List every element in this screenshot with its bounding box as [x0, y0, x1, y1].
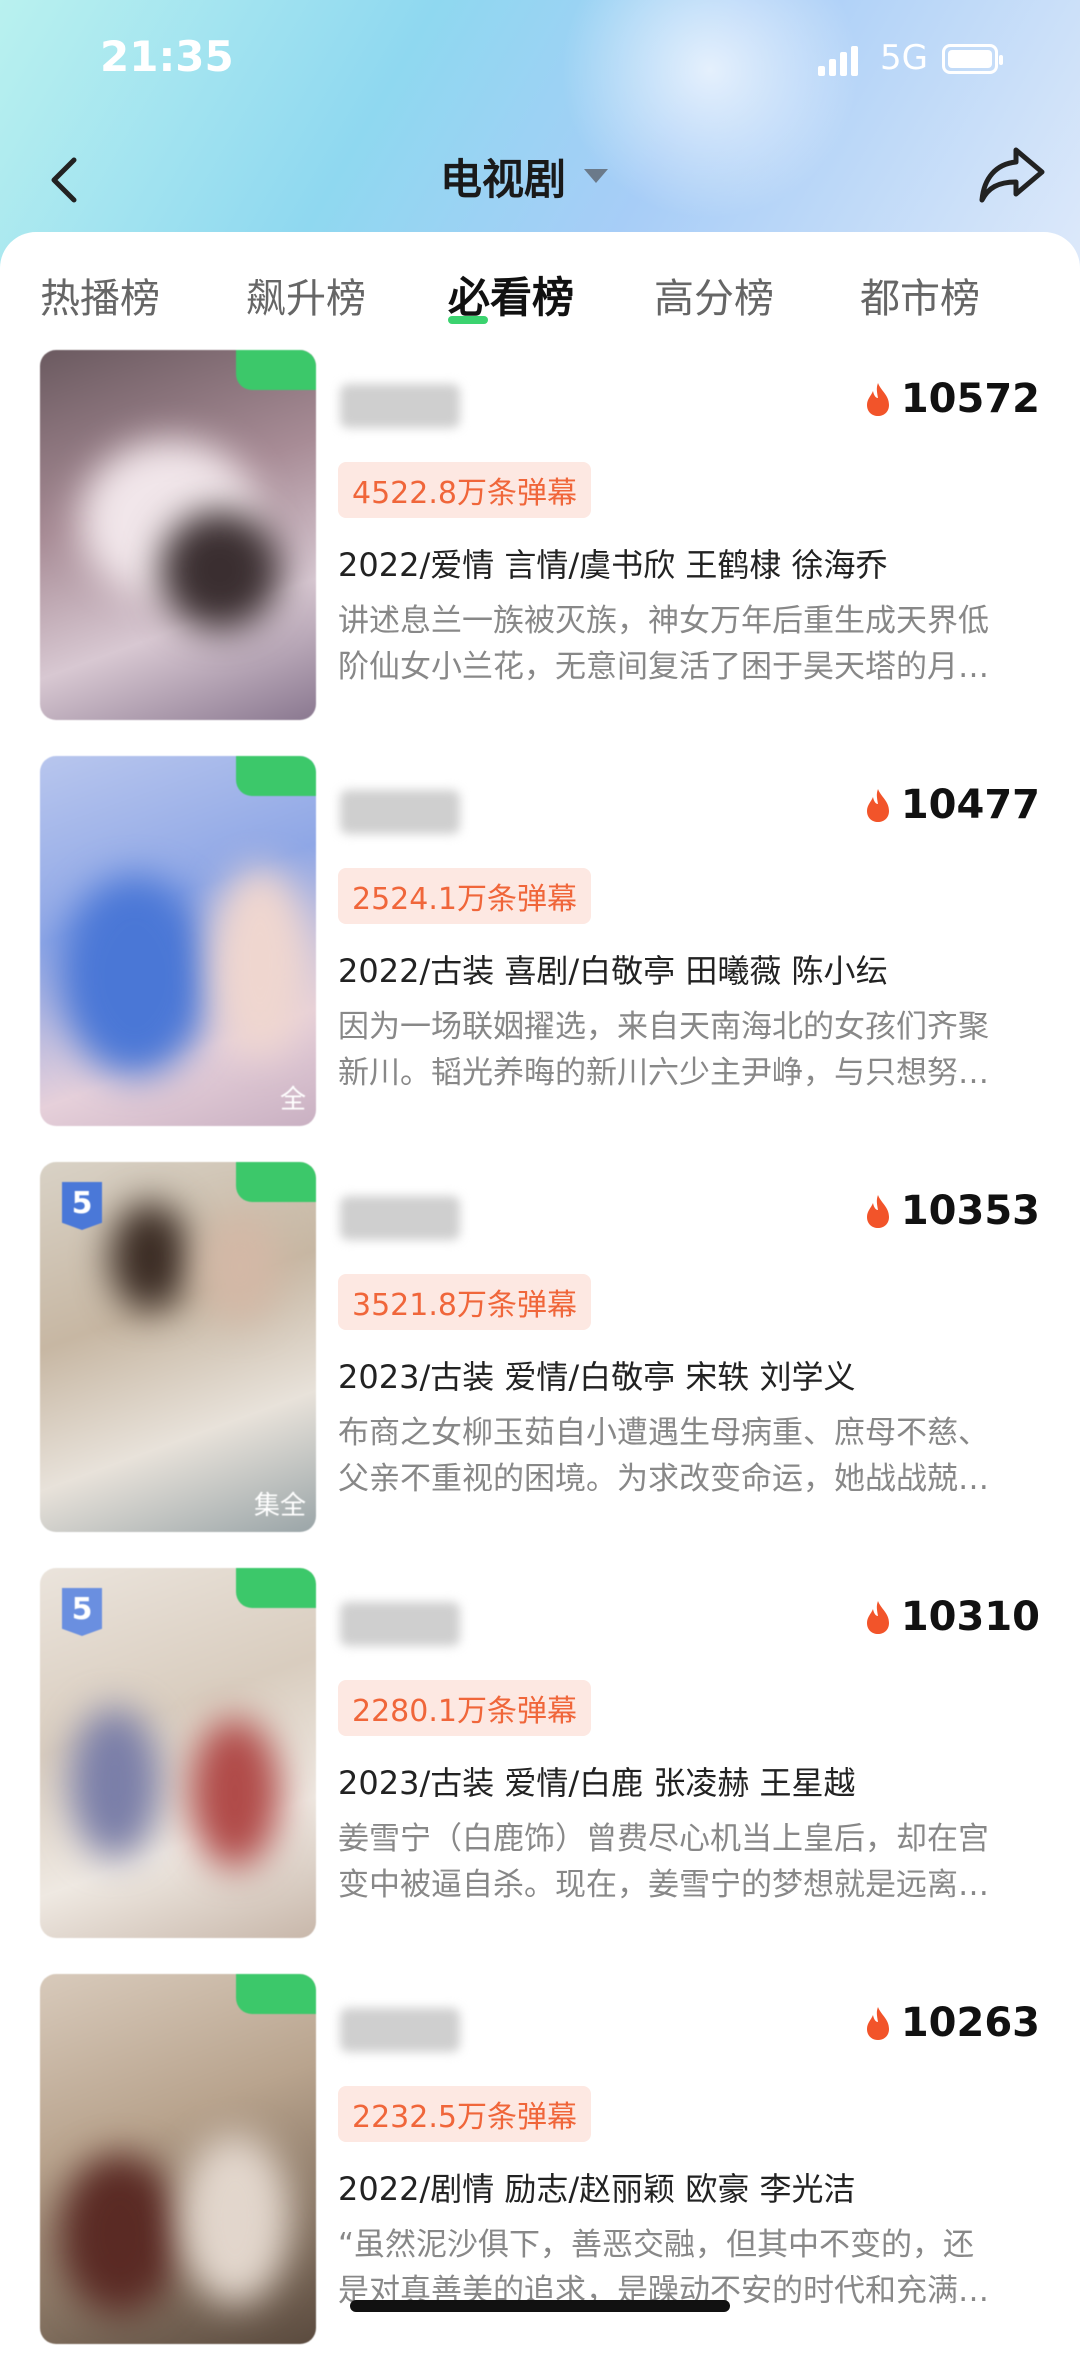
active-tab-indicator [448, 316, 488, 324]
description-line: 讲述息兰一族被灭族，神女万年后重生成天界低 [338, 603, 989, 639]
flame-icon [866, 383, 889, 416]
battery-icon [942, 44, 1003, 74]
status-badge [236, 756, 316, 796]
home-indicator[interactable] [350, 2300, 730, 2312]
list-item[interactable]: 5 10310 2280.1万条弹幕 2023/古装 爱情/白鹿 张凌赫 王星越… [0, 1568, 1080, 1958]
tab-hot[interactable]: 热播榜 [40, 266, 160, 324]
ranking-tabs: 热播榜 飙升榜 必看榜 高分榜 都市榜 [0, 262, 1080, 332]
flame-icon [866, 789, 889, 822]
heat-value: 10477 [900, 782, 1040, 828]
danmu-count-badge: 2280.1万条弹幕 [338, 1680, 591, 1736]
tab-high-score[interactable]: 高分榜 [654, 266, 774, 324]
poster-image[interactable] [40, 350, 316, 720]
description-line: 新川。韬光养晦的新川六少主尹峥，与只想努… [338, 1055, 989, 1091]
list-item[interactable]: 全 10477 2524.1万条弹幕 2022/古装 喜剧/白敬亭 田曦薇 陈小… [0, 756, 1080, 1146]
status-badge [236, 350, 316, 390]
heat-score: 10263 [863, 2000, 1040, 2046]
poster-image[interactable]: 5 集全 [40, 1162, 316, 1532]
show-title-blurred [340, 2008, 460, 2052]
category-selector[interactable]: 电视剧 [440, 146, 609, 206]
description-line: 布商之女柳玉茹自小遭遇生母病重、庶母不慈、 [338, 1415, 989, 1451]
show-description: 姜雪宁（白鹿饰）曾费尽心机当上皇后，却在宫 变中被逼自杀。现在，姜雪宁的梦想就是… [338, 1816, 1038, 1908]
flame-icon [866, 2007, 889, 2040]
heat-value: 10572 [900, 376, 1040, 422]
heat-value: 10263 [900, 2000, 1040, 2046]
description-line: 变中被逼自杀。现在，姜雪宁的梦想就是远离… [338, 1867, 989, 1903]
status-bar: 21:35 5G [0, 0, 1080, 120]
flame-icon [866, 1195, 889, 1228]
danmu-count-badge: 4522.8万条弹幕 [338, 462, 591, 518]
heat-score: 10310 [863, 1594, 1040, 1640]
poster-image[interactable]: 全 [40, 756, 316, 1126]
list-item[interactable]: 5 集全 10353 3521.8万条弹幕 2023/古装 爱情/白敬亭 宋轶 … [0, 1162, 1080, 1552]
heat-score: 10477 [863, 782, 1040, 828]
show-title-blurred [340, 790, 460, 834]
show-meta: 2023/古装 爱情/白敬亭 宋轶 刘学义 [338, 1358, 856, 1396]
rank-badge: 5 [62, 1182, 102, 1230]
status-badge [236, 1568, 316, 1608]
status-badge [236, 1162, 316, 1202]
rank-badge: 5 [62, 1588, 102, 1636]
network-type: 5G [880, 38, 928, 78]
back-button[interactable] [40, 150, 90, 210]
danmu-count-badge: 2524.1万条弹幕 [338, 868, 591, 924]
episode-label: 集全 [253, 1491, 306, 1521]
tab-urban[interactable]: 都市榜 [860, 266, 980, 324]
description-line: 姜雪宁（白鹿饰）曾费尽心机当上皇后，却在宫 [338, 1821, 989, 1857]
show-title-blurred [340, 384, 460, 428]
list-item[interactable]: 10572 4522.8万条弹幕 2022/爱情 言情/虞书欣 王鹤棣 徐海乔 … [0, 350, 1080, 740]
description-line: 父亲不重视的困境。为求改变命运，她战战兢… [338, 1461, 989, 1497]
show-meta: 2023/古装 爱情/白鹿 张凌赫 王星越 [338, 1764, 856, 1802]
show-title-blurred [340, 1602, 460, 1646]
show-title-blurred [340, 1196, 460, 1240]
chevron-down-icon [584, 169, 609, 183]
show-meta: 2022/古装 喜剧/白敬亭 田曦薇 陈小纭 [338, 952, 888, 990]
page-title: 电视剧 [440, 154, 567, 204]
nav-bar: 电视剧 [0, 130, 1080, 230]
share-button[interactable] [976, 142, 1048, 206]
heat-value: 10353 [900, 1188, 1040, 1234]
share-icon [979, 147, 1045, 203]
description-line: 因为一场联姻擢选，来自天南海北的女孩们齐聚 [338, 1009, 989, 1045]
tab-rising[interactable]: 飙升榜 [246, 266, 366, 324]
show-description: 讲述息兰一族被灭族，神女万年后重生成天界低 阶仙女小兰花，无意间复活了困于昊天塔… [338, 598, 1038, 690]
heat-value: 10310 [900, 1594, 1040, 1640]
heat-score: 10353 [863, 1188, 1040, 1234]
back-arrow-icon [51, 157, 77, 203]
show-description: 布商之女柳玉茹自小遭遇生母病重、庶母不慈、 父亲不重视的困境。为求改变命运，她战… [338, 1410, 1038, 1502]
poster-image[interactable] [40, 1974, 316, 2344]
poster-image[interactable]: 5 [40, 1568, 316, 1938]
description-line: “虽然泥沙俱下，善恶交融，但其中不变的，还 [338, 2227, 975, 2263]
show-meta: 2022/爱情 言情/虞书欣 王鹤棣 徐海乔 [338, 546, 888, 584]
danmu-count-badge: 3521.8万条弹幕 [338, 1274, 591, 1330]
status-time: 21:35 [100, 32, 234, 81]
show-description: 因为一场联姻擢选，来自天南海北的女孩们齐聚 新川。韬光养晦的新川六少主尹峥，与只… [338, 1004, 1038, 1096]
signal-icon [818, 46, 858, 76]
danmu-count-badge: 2232.5万条弹幕 [338, 2086, 591, 2142]
description-line: 阶仙女小兰花，无意间复活了困于昊天塔的月… [338, 649, 989, 685]
flame-icon [866, 1601, 889, 1634]
heat-score: 10572 [863, 376, 1040, 422]
episode-label: 全 [279, 1085, 306, 1115]
show-meta: 2022/剧情 励志/赵丽颖 欧豪 李光洁 [338, 2170, 856, 2208]
status-badge [236, 1974, 316, 2014]
